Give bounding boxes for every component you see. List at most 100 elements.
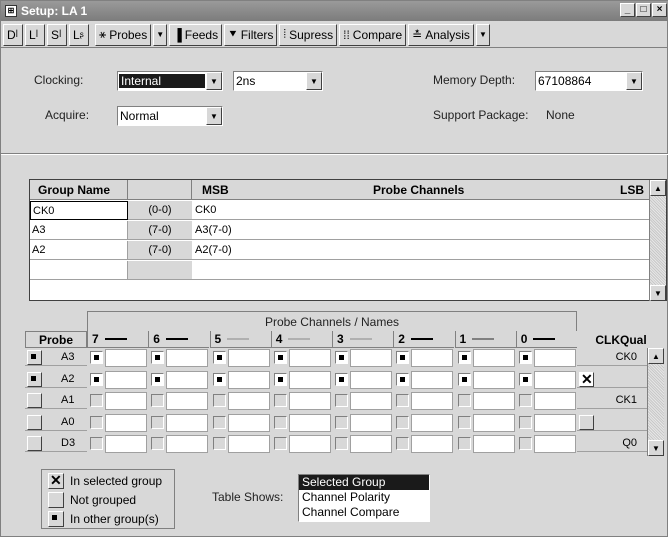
channel-name-field[interactable] <box>472 392 515 410</box>
channel-checkbox[interactable] <box>273 415 287 429</box>
feeds-button[interactable]: ▐ Feeds <box>169 23 223 46</box>
x-mark-icon[interactable]: ✕ <box>579 371 594 387</box>
channel-name-field[interactable] <box>166 392 209 410</box>
group-channels-cell[interactable]: A3(7-0) <box>192 221 650 240</box>
probe-row-header[interactable]: A2 <box>25 371 87 388</box>
channel-name-field[interactable] <box>350 413 392 432</box>
clkqual-cell[interactable]: Q0 <box>577 435 647 452</box>
channel-name-field[interactable] <box>288 349 331 367</box>
channel-checkbox[interactable] <box>90 351 103 364</box>
chevron-down-icon[interactable]: ▼ <box>206 107 222 125</box>
empty-box-icon[interactable] <box>579 414 594 430</box>
channel-checkbox[interactable] <box>518 372 532 386</box>
channel-checkbox[interactable] <box>457 372 471 386</box>
clock-rate-select[interactable]: 2ns ▼ <box>233 71 323 91</box>
channel-checkbox[interactable] <box>457 415 471 429</box>
probe-row-header[interactable]: A3 <box>25 349 87 366</box>
title-bar[interactable]: ⊞ Setup: LA 1 _ □ × <box>1 1 668 21</box>
probe-row-header[interactable]: A1 <box>25 392 87 409</box>
group-name-cell[interactable]: A3 <box>30 221 128 240</box>
probes-dropdown-arrow[interactable]: ▼ <box>153 23 168 46</box>
compare-button[interactable]: ⁞⁞ Compare <box>339 23 407 46</box>
channel-name-field[interactable] <box>411 435 454 453</box>
group-name-cell[interactable]: A2 <box>30 241 128 260</box>
channel-checkbox[interactable] <box>212 415 226 429</box>
analysis-dropdown-arrow[interactable]: ▼ <box>475 23 490 46</box>
channel-checkbox[interactable] <box>396 394 410 407</box>
clocking-select[interactable]: Internal ▼ <box>117 71 223 91</box>
probe-row-header[interactable]: A0 <box>25 414 87 431</box>
channel-name-field[interactable] <box>227 392 270 410</box>
channel-name-field[interactable] <box>288 370 331 389</box>
group-channels-cell[interactable]: A2(7-0) <box>192 241 650 260</box>
channel-name-field[interactable] <box>533 435 576 453</box>
channel-name-field[interactable] <box>350 392 392 410</box>
toolbar-l-button[interactable]: Lꟾ <box>25 23 45 46</box>
probes-button[interactable]: ⚹ Probes <box>95 23 152 46</box>
channel-checkbox[interactable] <box>273 372 287 386</box>
close-button[interactable]: × <box>652 3 667 17</box>
toolbar-d-button[interactable]: Dꟾ <box>3 23 23 46</box>
channel-name-field[interactable] <box>411 413 454 432</box>
channel-checkbox[interactable] <box>518 351 532 364</box>
channel-name-field[interactable] <box>227 435 270 453</box>
clkqual-cell[interactable]: ✕ <box>577 371 647 388</box>
channel-name-field[interactable] <box>411 370 454 389</box>
channel-name-field[interactable] <box>533 413 576 432</box>
channel-name-field[interactable] <box>227 413 270 432</box>
channel-name-field[interactable] <box>472 370 515 389</box>
scroll-up-icon[interactable]: ▲ <box>650 180 666 196</box>
clkqual-cell[interactable]: CK0 <box>577 349 647 366</box>
channel-name-field[interactable] <box>227 349 270 367</box>
channel-checkbox[interactable] <box>396 415 410 429</box>
channel-checkbox[interactable] <box>396 351 410 364</box>
empty-box-icon[interactable] <box>27 393 42 408</box>
channel-name-field[interactable] <box>166 413 209 432</box>
channel-name-field[interactable] <box>350 370 392 389</box>
channel-name-field[interactable] <box>105 349 147 367</box>
channel-name-field[interactable] <box>411 349 454 367</box>
minimize-button[interactable]: _ <box>620 3 635 17</box>
channel-name-field[interactable] <box>105 413 147 432</box>
channel-checkbox[interactable] <box>396 437 410 450</box>
dot-icon[interactable] <box>27 371 42 387</box>
probe-table-scrollbar[interactable]: ▲ ▼ <box>647 348 664 456</box>
channel-name-field[interactable] <box>105 370 147 389</box>
channel-checkbox[interactable] <box>151 415 165 429</box>
channel-name-field[interactable] <box>227 370 270 389</box>
channel-checkbox[interactable] <box>273 437 287 450</box>
analysis-button[interactable]: ≛ Analysis <box>408 23 474 46</box>
channel-checkbox[interactable] <box>457 351 471 364</box>
channel-checkbox[interactable] <box>151 437 165 450</box>
channel-name-field[interactable] <box>166 349 209 367</box>
table-shows-option[interactable]: Selected Group <box>299 475 429 490</box>
channel-checkbox[interactable] <box>90 394 103 407</box>
channel-checkbox[interactable] <box>212 372 226 386</box>
channel-checkbox[interactable] <box>151 372 165 386</box>
channel-name-field[interactable] <box>472 349 515 367</box>
empty-box-icon[interactable] <box>27 436 42 451</box>
channel-name-field[interactable] <box>105 392 147 410</box>
channel-checkbox[interactable] <box>335 415 348 429</box>
clkqual-cell[interactable]: CK1 <box>577 392 647 409</box>
probe-row-header[interactable]: D3 <box>25 435 87 452</box>
group-channels-cell[interactable] <box>192 261 650 280</box>
channel-checkbox[interactable] <box>151 394 165 407</box>
scroll-down-icon[interactable]: ▼ <box>650 285 666 301</box>
channel-name-field[interactable] <box>472 435 515 453</box>
channel-checkbox[interactable] <box>151 351 165 364</box>
channel-checkbox[interactable] <box>212 437 226 450</box>
supress-button[interactable]: ⦙ Supress <box>279 23 338 46</box>
channel-checkbox[interactable] <box>90 372 103 386</box>
memory-depth-select[interactable]: 67108864 ▼ <box>535 71 643 91</box>
filters-button[interactable]: ⯆ Filters <box>224 23 278 46</box>
empty-box-icon[interactable] <box>27 414 42 430</box>
toolbar-s-button[interactable]: Sꟾ <box>47 23 67 46</box>
channel-checkbox[interactable] <box>518 437 532 450</box>
channel-checkbox[interactable] <box>518 415 532 429</box>
scroll-down-icon[interactable]: ▼ <box>648 440 664 456</box>
channel-name-field[interactable] <box>533 349 576 367</box>
channel-name-field[interactable] <box>411 392 454 410</box>
chevron-down-icon[interactable]: ▼ <box>206 72 222 90</box>
group-table-scrollbar[interactable]: ▲ ▼ <box>649 180 666 301</box>
